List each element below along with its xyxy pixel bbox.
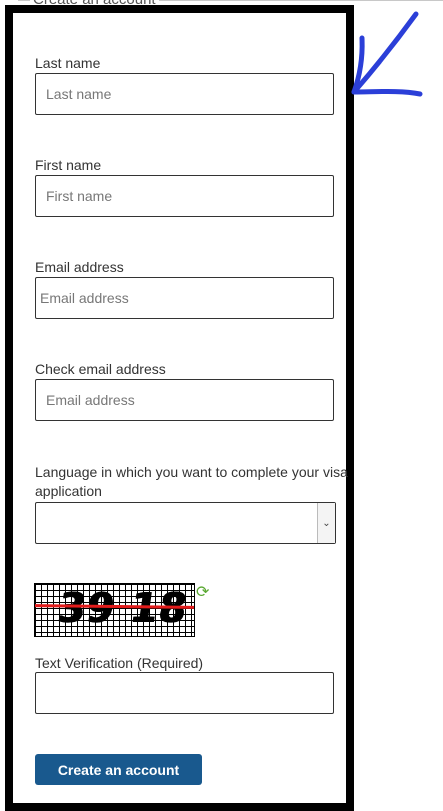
- annotation-arrow-icon: [351, 11, 423, 97]
- check-email-input[interactable]: [35, 379, 334, 421]
- last-name-input[interactable]: [35, 73, 334, 115]
- first-name-label: First name: [35, 157, 102, 173]
- text-verification-label: Text Verification (Required): [35, 655, 204, 671]
- refresh-icon[interactable]: ⟳: [196, 585, 212, 601]
- email-label: Email address: [35, 259, 124, 275]
- language-label: Language in which you want to complete y…: [35, 464, 348, 499]
- check-email-label: Check email address: [35, 361, 166, 377]
- create-account-button[interactable]: Create an account: [35, 754, 202, 785]
- text-verification-input[interactable]: [35, 672, 334, 714]
- captcha-image: 39 18: [34, 583, 195, 637]
- chevron-down-icon[interactable]: ⌄: [317, 503, 335, 543]
- first-name-input[interactable]: [35, 175, 334, 217]
- email-input[interactable]: [35, 277, 334, 319]
- language-select[interactable]: ⌄: [35, 502, 336, 544]
- last-name-label: Last name: [35, 55, 101, 71]
